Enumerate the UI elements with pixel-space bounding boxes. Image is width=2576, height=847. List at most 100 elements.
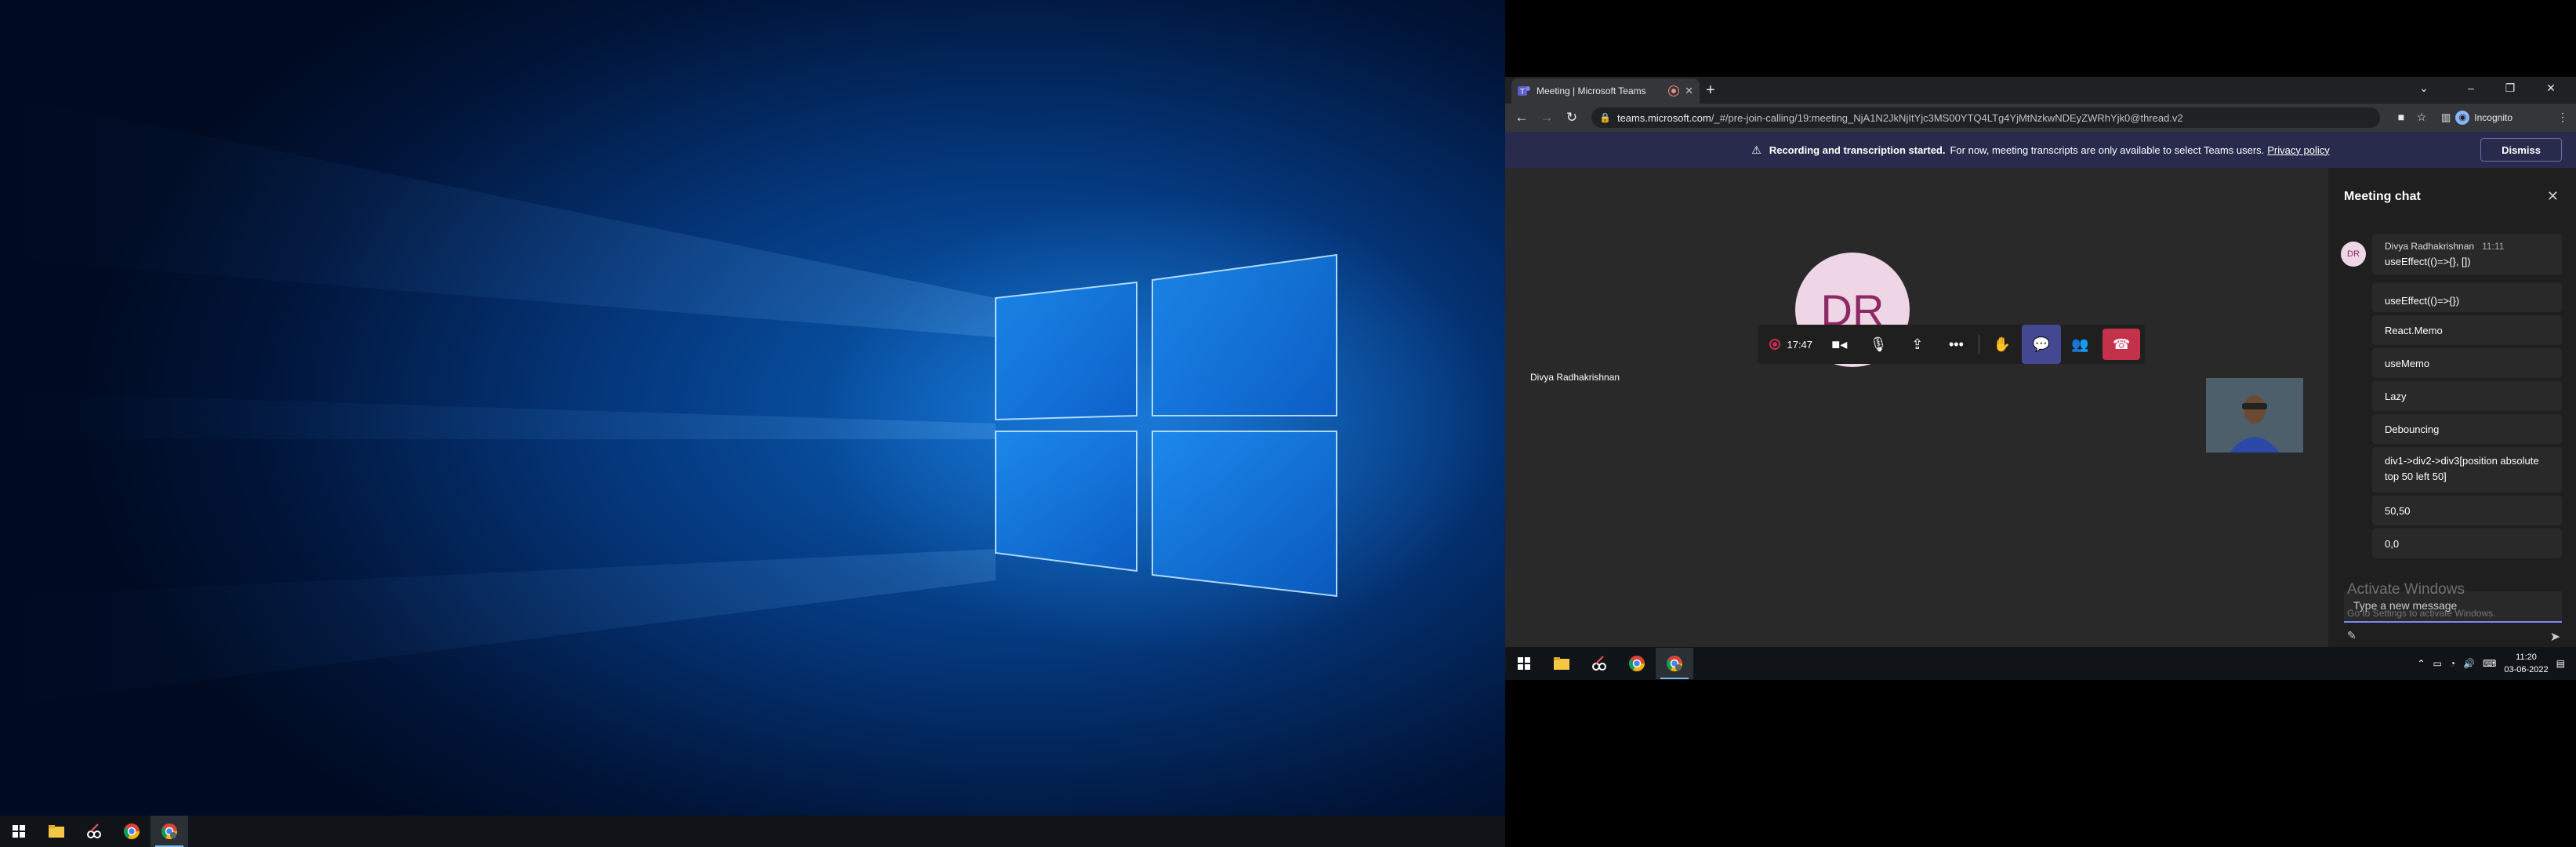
chrome-icon xyxy=(1629,656,1645,671)
browser-toolbar: ← → ↻ 🔒 teams.microsoft.com/_#/pre-join-… xyxy=(1505,104,2576,132)
hand-icon: ✋ xyxy=(1993,336,2012,352)
mic-button[interactable]: 🎙 xyxy=(1859,325,1898,364)
incognito-indicator[interactable]: ▥ ◉ Incognito xyxy=(2441,109,2513,126)
send-icon[interactable]: ➤ xyxy=(2550,629,2560,645)
self-video-image xyxy=(2206,378,2303,453)
chrome-icon xyxy=(1667,656,1682,671)
people-button[interactable]: 👥 xyxy=(2061,325,2100,364)
message-text: 50,50 xyxy=(2385,505,2411,517)
clock-date: 03-06-2022 xyxy=(2504,665,2549,674)
chat-message[interactable]: 0,0 xyxy=(2372,529,2562,558)
chat-message[interactable]: 50,50 xyxy=(2372,496,2562,525)
file-explorer-button[interactable] xyxy=(1543,648,1580,679)
close-chat-icon[interactable]: ✕ xyxy=(2547,188,2559,205)
people-icon: 👥 xyxy=(2071,336,2089,352)
close-window-button[interactable]: ✕ xyxy=(2535,82,2567,95)
chevron-up-icon[interactable]: ⌃ xyxy=(2417,658,2425,669)
system-tray: ⌃ ▭ ◔ 🔊 ⌨ 11:20 03-06-2022 ▤ xyxy=(2417,647,2565,680)
camera-icon: ■◂ xyxy=(1831,336,1848,352)
call-duration: 17:47 xyxy=(1787,338,1813,351)
right-taskbar: ⌃ ▭ ◔ 🔊 ⌨ 11:20 03-06-2022 ▤ xyxy=(1505,647,2576,680)
incognito-label: Incognito xyxy=(2474,112,2513,123)
desktop-wallpaper xyxy=(0,0,1505,816)
snipping-tool-button[interactable] xyxy=(1580,648,1618,679)
device-icon[interactable]: ▭ xyxy=(2433,658,2442,669)
chrome-icon xyxy=(161,823,177,839)
message-text: useMemo xyxy=(2385,358,2430,369)
file-explorer-button[interactable] xyxy=(38,816,75,847)
scissors-icon xyxy=(1592,656,1606,671)
chat-message[interactable]: Debouncing xyxy=(2372,414,2562,444)
windows-start-button[interactable] xyxy=(0,816,38,847)
tab-meeting-teams[interactable]: T Meeting | Microsoft Teams ✕ xyxy=(1511,78,1700,104)
camera-in-use-icon[interactable]: ■ xyxy=(2394,111,2408,125)
notifications-icon[interactable]: ▤ xyxy=(2556,658,2565,669)
dismiss-button[interactable]: Dismiss xyxy=(2480,138,2562,162)
chat-icon: 💬 xyxy=(2032,336,2051,352)
teams-icon: T xyxy=(1518,86,1530,96)
activate-windows-watermark: Activate Windows Go to Settings to activ… xyxy=(2347,582,2495,621)
left-monitor xyxy=(0,0,1505,847)
forward-arrow-icon[interactable]: → xyxy=(1538,109,1555,126)
maximize-button[interactable]: ❐ xyxy=(2494,82,2526,95)
url-path: /_#/pre-join-calling/19:meeting_NjA1N2Jk… xyxy=(1711,111,2183,124)
volume-icon[interactable]: 🔊 xyxy=(2463,658,2475,669)
message-text: Debouncing xyxy=(2385,424,2440,435)
windows-icon xyxy=(1518,657,1530,670)
windows-logo-artwork xyxy=(0,94,1337,706)
right-monitor: T Meeting | Microsoft Teams ✕ + ⌄ – ❐ ✕ … xyxy=(1505,0,2576,847)
format-text-icon[interactable]: ✎ xyxy=(2347,629,2356,642)
message-text: useEffect(()=>{}, []) xyxy=(2385,256,2471,267)
scissors-icon xyxy=(87,823,101,838)
folder-icon xyxy=(49,825,64,838)
participant-name-label: Divya Radhakrishnan xyxy=(1530,372,1620,383)
chrome-button[interactable] xyxy=(113,816,151,847)
meeting-chat-panel: Meeting chat ✕ DR Divya Radhakrishnan 11:… xyxy=(2328,168,2576,647)
reload-icon[interactable]: ↻ xyxy=(1563,109,1580,126)
chrome-incognito-teams-button[interactable] xyxy=(1656,648,1693,679)
tab-search-icon[interactable]: ⌄ xyxy=(2408,82,2440,95)
tab-close-icon[interactable]: ✕ xyxy=(1685,85,1693,97)
chat-message[interactable]: Divya Radhakrishnan 11:11 useEffect(()=>{… xyxy=(2372,234,2562,274)
snipping-tool-button[interactable] xyxy=(75,816,113,847)
banner-bold-text: Recording and transcription started. xyxy=(1769,144,1946,156)
raise-hand-button[interactable]: ✋ xyxy=(1983,325,2022,364)
network-icon[interactable]: ◔ xyxy=(2450,658,2455,669)
call-timer: 17:47 xyxy=(1762,325,1820,364)
side-panel-icon[interactable]: ▥ xyxy=(2441,111,2451,124)
keyboard-icon[interactable]: ⌨ xyxy=(2483,658,2496,669)
new-tab-button[interactable]: + xyxy=(1706,82,1715,100)
camera-button[interactable]: ■◂ xyxy=(1820,325,1859,364)
windows-start-button[interactable] xyxy=(1505,648,1543,679)
share-screen-icon: ⇪ xyxy=(1911,336,1924,352)
hang-up-icon: ☎ xyxy=(2112,336,2131,352)
back-arrow-icon[interactable]: ← xyxy=(1513,109,1530,126)
url-host: teams.microsoft.com xyxy=(1616,111,1711,124)
chat-message[interactable]: useMemo xyxy=(2372,348,2562,378)
share-button[interactable]: ⇪ xyxy=(1898,325,1937,364)
message-text: 0,0 xyxy=(2385,538,2400,550)
menu-kebab-icon[interactable]: ⋮ xyxy=(2556,111,2570,125)
more-actions-button[interactable]: ••• xyxy=(1937,325,1976,364)
folder-icon xyxy=(1554,657,1569,670)
chrome-incognito-teams-button[interactable] xyxy=(151,816,188,847)
chat-message[interactable]: useEffect(()=>{}) xyxy=(2372,282,2562,312)
tab-strip: T Meeting | Microsoft Teams ✕ + ⌄ – ❐ ✕ xyxy=(1505,77,2576,104)
watermark-subtitle: Go to Settings to activate Windows. xyxy=(2347,608,2496,619)
svg-text:T: T xyxy=(1520,88,1525,96)
chrome-window: T Meeting | Microsoft Teams ✕ + ⌄ – ❐ ✕ … xyxy=(1505,77,2576,647)
tab-title: Meeting | Microsoft Teams xyxy=(1537,85,1646,96)
chrome-button[interactable] xyxy=(1618,648,1656,679)
leave-call-button[interactable]: ☎ xyxy=(2103,329,2141,360)
bookmark-star-icon[interactable]: ☆ xyxy=(2415,111,2429,125)
chat-message[interactable]: React.Memo xyxy=(2372,315,2562,345)
system-clock[interactable]: 11:20 03-06-2022 xyxy=(2504,651,2548,676)
chat-message[interactable]: Lazy xyxy=(2372,381,2562,411)
minimize-button[interactable]: – xyxy=(2455,82,2487,94)
chat-toggle-button[interactable]: 💬 xyxy=(2021,325,2061,364)
address-bar[interactable]: 🔒 teams.microsoft.com/_#/pre-join-callin… xyxy=(1591,107,2380,128)
meeting-stage: DR 17:47 ■◂ 🎙 ⇪ ••• ✋ 💬 👥 ☎ Divya Radhak… xyxy=(1505,168,2328,647)
privacy-policy-link[interactable]: Privacy policy xyxy=(2267,144,2329,156)
chat-message[interactable]: div1->div2->div3[position absolute top 5… xyxy=(2372,447,2562,493)
left-taskbar xyxy=(0,816,1505,847)
